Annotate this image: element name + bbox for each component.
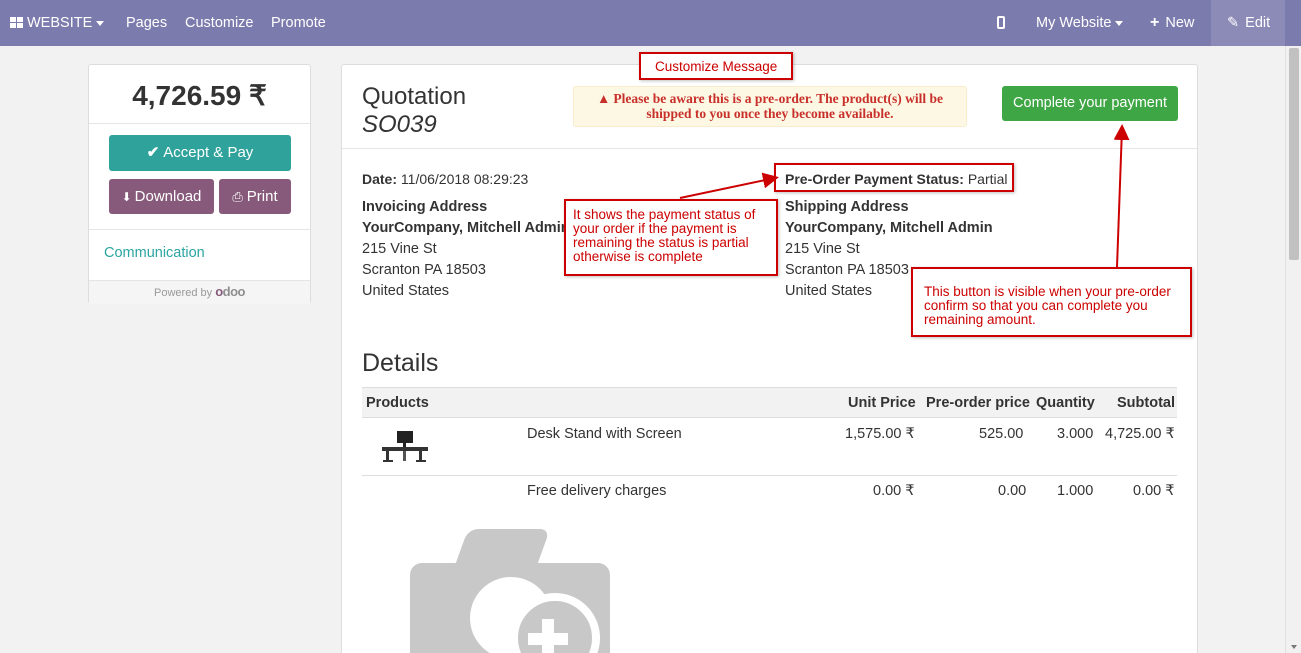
button-arrow [1113,124,1130,268]
status-arrow [679,172,779,199]
annotation-arrows [679,124,1130,268]
